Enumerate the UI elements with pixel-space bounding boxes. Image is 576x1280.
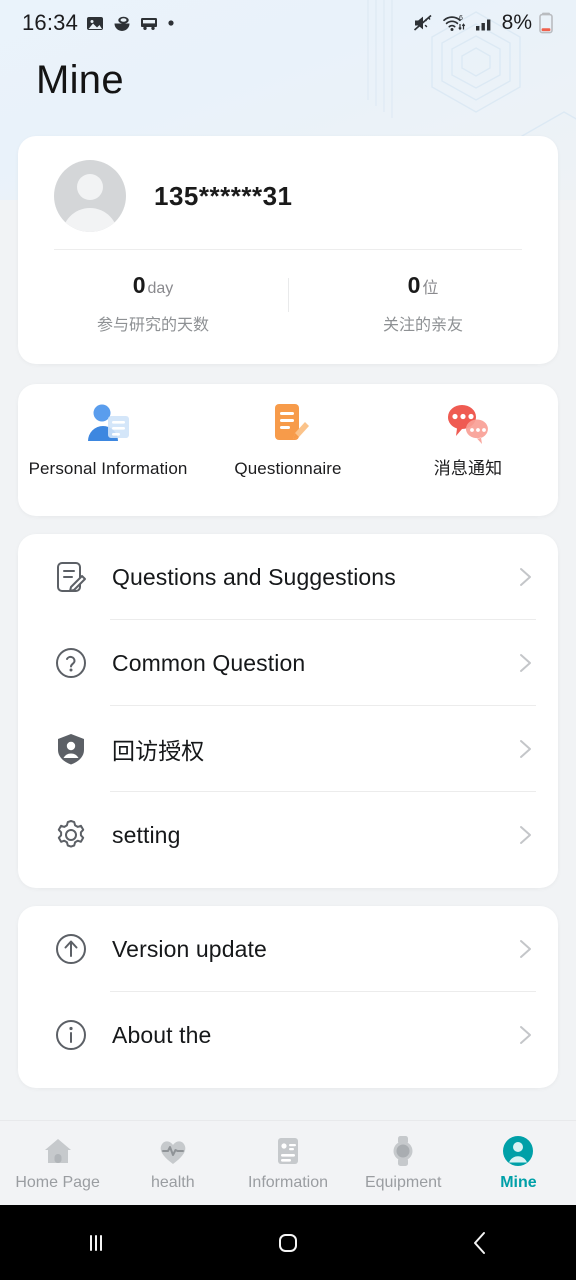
chevron-right-icon bbox=[520, 826, 531, 844]
chevron-right-icon bbox=[520, 568, 531, 586]
wifi-6-icon: 6 bbox=[442, 15, 465, 31]
personal-information-icon bbox=[82, 400, 134, 448]
avatar-body bbox=[62, 208, 118, 232]
nav-recents-button[interactable] bbox=[0, 1226, 192, 1260]
chevron-right-icon bbox=[520, 940, 531, 958]
info-circle-icon bbox=[56, 1020, 86, 1050]
profile-card[interactable]: 135******31 0 day 参与研究的天数 0位 关注的亲友 bbox=[18, 136, 558, 364]
chevron-right-icon bbox=[520, 1026, 531, 1044]
stat-value-wrap: 0 day bbox=[18, 272, 288, 299]
tab-information[interactable]: Information bbox=[230, 1134, 345, 1192]
tab-health[interactable]: health bbox=[115, 1134, 230, 1192]
id-card-icon bbox=[278, 1138, 298, 1164]
questionnaire-icon bbox=[262, 400, 314, 448]
watch-icon bbox=[393, 1136, 413, 1166]
menu-item-label: Questions and Suggestions bbox=[112, 563, 396, 590]
stat-label: 关注的亲友 bbox=[382, 317, 463, 334]
arrow-up-circle-icon bbox=[56, 934, 86, 964]
menu-item-version-update[interactable]: Version update bbox=[18, 906, 558, 992]
photo-icon bbox=[87, 17, 104, 30]
mute-icon bbox=[413, 14, 432, 31]
menu-item-label: 回访授权 bbox=[112, 738, 205, 764]
menu-item-revisit-authorization[interactable]: 回访授权 bbox=[18, 706, 558, 792]
profile-divider bbox=[54, 249, 522, 250]
nav-home-button[interactable] bbox=[192, 1226, 384, 1260]
battery-percent-label: 8% bbox=[501, 11, 532, 34]
nav-back-button[interactable] bbox=[384, 1226, 576, 1260]
truck-icon bbox=[141, 18, 158, 30]
avatar[interactable] bbox=[54, 160, 126, 232]
quick-actions-card: Personal Information Questionnaire 消息通知 bbox=[18, 384, 558, 516]
masked-phone-number: 135******31 bbox=[154, 180, 293, 211]
feedback-form-icon bbox=[57, 562, 86, 592]
menu-item-label: Version update bbox=[112, 935, 267, 962]
menu-item-label: Common Question bbox=[112, 649, 306, 676]
stat-research-days[interactable]: 0 day 参与研究的天数 bbox=[18, 272, 288, 335]
tab-label: Equipment bbox=[364, 1174, 442, 1191]
heart-pulse-icon bbox=[160, 1141, 186, 1164]
dot-icon bbox=[168, 20, 174, 26]
battery-low-icon bbox=[539, 12, 553, 34]
signal-bars-icon bbox=[475, 19, 491, 31]
chevron-right-icon bbox=[520, 654, 531, 672]
quick-action-questionnaire[interactable]: Questionnaire bbox=[198, 400, 378, 516]
stat-unit: 位 bbox=[422, 280, 439, 297]
message-notification-icon bbox=[442, 400, 494, 448]
status-bar-clock: 16:34 bbox=[22, 10, 79, 35]
status-bar-right: 6 8% bbox=[412, 11, 554, 35]
tab-label: Mine bbox=[500, 1174, 537, 1191]
recents-icon bbox=[90, 1234, 102, 1251]
back-chevron-icon bbox=[474, 1231, 485, 1254]
stat-value: 0 bbox=[132, 272, 146, 298]
tab-mine[interactable]: Mine bbox=[461, 1134, 576, 1192]
gear-icon bbox=[57, 820, 85, 848]
quick-action-label: Questionnaire bbox=[234, 459, 342, 478]
tab-label: Information bbox=[247, 1174, 329, 1191]
question-circle-icon bbox=[56, 648, 86, 678]
quick-actions-row: Personal Information Questionnaire 消息通知 bbox=[18, 384, 558, 516]
food-bowl-icon bbox=[114, 16, 130, 31]
stat-value: 0 bbox=[407, 272, 421, 298]
tab-label: Home Page bbox=[15, 1174, 100, 1191]
stat-value-wrap: 0位 bbox=[288, 272, 558, 299]
home-square-icon bbox=[279, 1233, 297, 1252]
menu-group-support: Questions and Suggestions Common Questio… bbox=[18, 534, 558, 888]
stat-label: 参与研究的天数 bbox=[96, 317, 209, 334]
avatar-head bbox=[77, 174, 103, 200]
profile-header: 135******31 bbox=[18, 136, 558, 232]
shield-person-icon bbox=[58, 734, 84, 765]
profile-stats: 0 day 参与研究的天数 0位 关注的亲友 bbox=[18, 272, 558, 335]
menu-item-label: setting bbox=[112, 821, 181, 848]
stat-unit: day bbox=[147, 280, 174, 297]
menu-group-about: Version update About the bbox=[18, 906, 558, 1088]
tab-home-page[interactable]: Home Page bbox=[0, 1134, 115, 1192]
quick-action-label: 消息通知 bbox=[433, 459, 503, 478]
android-nav-bar bbox=[0, 1205, 576, 1280]
quick-action-message-notification[interactable]: 消息通知 bbox=[378, 400, 558, 516]
user-circle-icon bbox=[503, 1136, 534, 1166]
menu-item-questions-and-suggestions[interactable]: Questions and Suggestions bbox=[18, 534, 558, 620]
page-title: Mine bbox=[36, 58, 124, 102]
status-bar: 16:34 6 8% bbox=[0, 0, 576, 46]
home-icon bbox=[44, 1139, 71, 1163]
quick-action-label: Personal Information bbox=[28, 459, 188, 478]
menu-item-label: About the bbox=[112, 1021, 212, 1048]
stat-followed-friends[interactable]: 0位 关注的亲友 bbox=[288, 272, 558, 335]
quick-action-personal-information[interactable]: Personal Information bbox=[18, 400, 198, 516]
menu-item-setting[interactable]: setting bbox=[18, 792, 558, 878]
phone-screen: 16:34 6 8% Mine 135******31 0 day 参与研究的天… bbox=[0, 0, 576, 1280]
chevron-right-icon bbox=[520, 740, 531, 758]
menu-item-common-question[interactable]: Common Question bbox=[18, 620, 558, 706]
svg-text:6: 6 bbox=[459, 15, 463, 22]
bottom-tab-bar: Home Page health Information Equipment M… bbox=[0, 1120, 576, 1205]
tab-equipment[interactable]: Equipment bbox=[346, 1134, 461, 1192]
status-bar-left: 16:34 bbox=[22, 10, 176, 36]
menu-item-about-the[interactable]: About the bbox=[18, 992, 558, 1078]
tab-label: health bbox=[151, 1174, 195, 1191]
